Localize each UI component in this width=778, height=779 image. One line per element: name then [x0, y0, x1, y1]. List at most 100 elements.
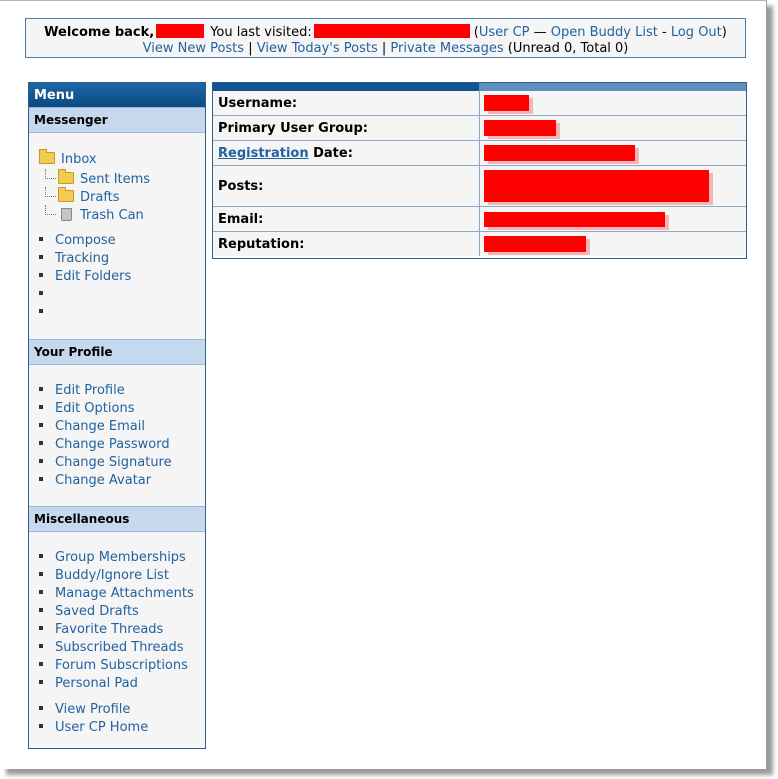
welcome-text: Welcome back, — [44, 25, 155, 40]
header-bar-right — [479, 83, 746, 91]
personal-pad-link[interactable]: Personal Pad — [55, 676, 138, 691]
menu-item-saved-drafts[interactable]: Saved Drafts — [39, 603, 205, 621]
sidebar-menu: Menu Messenger Inbox Sent Items Drafts T… — [28, 82, 206, 749]
posts-value — [479, 165, 746, 207]
primary-user-group-value — [479, 115, 746, 141]
folder-icon — [39, 149, 55, 164]
menu-item-group-memberships[interactable]: Group Memberships — [39, 549, 205, 567]
change-avatar-link[interactable]: Change Avatar — [55, 473, 151, 488]
redacted-username — [156, 24, 205, 38]
open-buddy-list-link[interactable]: Open Buddy List — [551, 25, 658, 40]
menu-item-compose[interactable]: Compose — [39, 232, 205, 250]
table-row: Registration Date: — [213, 140, 746, 166]
redacted-value — [484, 212, 665, 227]
primary-user-group-label: Primary User Group: — [213, 115, 480, 141]
folder-icon — [58, 169, 74, 184]
profile-summary-table: Username: Primary User Group: Registrati… — [212, 82, 747, 259]
menu-item-change-avatar[interactable]: Change Avatar — [39, 472, 205, 490]
view-todays-posts-link[interactable]: View Today's Posts — [257, 41, 378, 56]
messenger-title: Messenger — [29, 107, 205, 133]
redacted-value — [484, 95, 529, 111]
your-profile-title: Your Profile — [29, 339, 205, 365]
folder-trash-can-label[interactable]: Trash Can — [80, 208, 144, 223]
table-row: Email: — [213, 206, 746, 232]
miscellaneous-title: Miscellaneous — [29, 506, 205, 532]
buddy-ignore-list-link[interactable]: Buddy/Ignore List — [55, 568, 169, 583]
change-password-link[interactable]: Change Password — [55, 437, 170, 452]
misc-links: Group Memberships Buddy/Ignore List Mana… — [29, 549, 205, 693]
menu-item-edit-folders[interactable]: Edit Folders — [39, 268, 205, 286]
user-cp-home-link[interactable]: User CP Home — [55, 720, 148, 735]
favorite-threads-link[interactable]: Favorite Threads — [55, 622, 163, 637]
email-label: Email: — [213, 206, 480, 232]
menu-item-change-password[interactable]: Change Password — [39, 436, 205, 454]
last-visited-label: You last visited: — [210, 25, 312, 40]
change-signature-link[interactable]: Change Signature — [55, 455, 172, 470]
folder-sent-items[interactable]: Sent Items — [39, 169, 205, 187]
folder-inbox[interactable]: Inbox — [39, 149, 205, 169]
menu-item-buddy-ignore-list[interactable]: Buddy/Ignore List — [39, 567, 205, 585]
view-new-posts-link[interactable]: View New Posts — [143, 41, 244, 56]
tracking-link[interactable]: Tracking — [55, 251, 109, 266]
menu-item-view-profile[interactable]: View Profile — [39, 701, 205, 719]
messenger-links: Compose Tracking Edit Folders — [29, 232, 205, 322]
menu-item-personal-pad[interactable]: Personal Pad — [39, 675, 205, 693]
menu-item-change-email[interactable]: Change Email — [39, 418, 205, 436]
user-cp-link[interactable]: User CP — [479, 25, 530, 40]
forum-subscriptions-link[interactable]: Forum Subscriptions — [55, 658, 188, 673]
registration-date-label: Registration Date: — [213, 140, 480, 166]
menu-item-edit-profile[interactable]: Edit Profile — [39, 382, 205, 400]
redacted-value — [484, 170, 709, 202]
table-header-bar — [213, 83, 746, 91]
menu-item-user-cp-home[interactable]: User CP Home — [39, 719, 205, 737]
menu-title: Menu — [29, 83, 205, 107]
extra-links: View Profile User CP Home — [29, 701, 205, 737]
folder-tree: Inbox Sent Items Drafts Trash Can — [29, 133, 205, 223]
welcome-row-2: View New Posts | View Today's Posts | Pr… — [142, 41, 629, 56]
folder-sent-items-label[interactable]: Sent Items — [80, 172, 150, 187]
menu-item-manage-attachments[interactable]: Manage Attachments — [39, 585, 205, 603]
menu-item-forum-subscriptions[interactable]: Forum Subscriptions — [39, 657, 205, 675]
edit-options-link[interactable]: Edit Options — [55, 401, 134, 416]
dash-separator: — — [533, 25, 547, 40]
private-messages-link[interactable]: Private Messages — [390, 41, 503, 56]
change-email-link[interactable]: Change Email — [55, 419, 145, 434]
welcome-box: Welcome back, You last visited: (User CP —… — [25, 18, 746, 58]
view-profile-link[interactable]: View Profile — [55, 702, 130, 717]
redacted-value — [484, 145, 635, 161]
saved-drafts-link[interactable]: Saved Drafts — [55, 604, 139, 619]
menu-item-edit-options[interactable]: Edit Options — [39, 400, 205, 418]
menu-item-tracking[interactable]: Tracking — [39, 250, 205, 268]
table-row: Reputation: — [213, 231, 746, 256]
menu-item-empty-2 — [39, 304, 205, 322]
folder-inbox-label[interactable]: Inbox — [61, 152, 97, 167]
header-bar-left — [213, 83, 479, 91]
compose-link[interactable]: Compose — [55, 233, 116, 248]
menu-item-change-signature[interactable]: Change Signature — [39, 454, 205, 472]
reputation-value — [479, 231, 746, 256]
registration-link[interactable]: Registration — [218, 146, 309, 161]
folder-drafts[interactable]: Drafts — [39, 187, 205, 205]
edit-profile-link[interactable]: Edit Profile — [55, 383, 125, 398]
trash-can-icon — [61, 208, 72, 221]
welcome-row-1: Welcome back, You last visited: (User CP —… — [44, 24, 727, 40]
menu-item-favorite-threads[interactable]: Favorite Threads — [39, 621, 205, 639]
folder-trash-can[interactable]: Trash Can — [39, 205, 205, 223]
tree-line — [45, 169, 56, 179]
menu-item-empty-1 — [39, 286, 205, 304]
redacted-value — [484, 236, 586, 252]
redacted-value — [484, 120, 556, 136]
group-memberships-link[interactable]: Group Memberships — [55, 550, 186, 565]
manage-attachments-link[interactable]: Manage Attachments — [55, 586, 194, 601]
menu-item-subscribed-threads[interactable]: Subscribed Threads — [39, 639, 205, 657]
table-row: Username: — [213, 91, 746, 116]
registration-date-value — [479, 140, 746, 166]
tree-line — [45, 187, 56, 197]
email-value — [479, 206, 746, 232]
subscribed-threads-link[interactable]: Subscribed Threads — [55, 640, 183, 655]
folder-drafts-label[interactable]: Drafts — [80, 190, 120, 205]
tree-line — [45, 205, 56, 215]
log-out-link[interactable]: Log Out — [671, 25, 722, 40]
edit-folders-link[interactable]: Edit Folders — [55, 269, 131, 284]
username-value — [479, 91, 746, 116]
